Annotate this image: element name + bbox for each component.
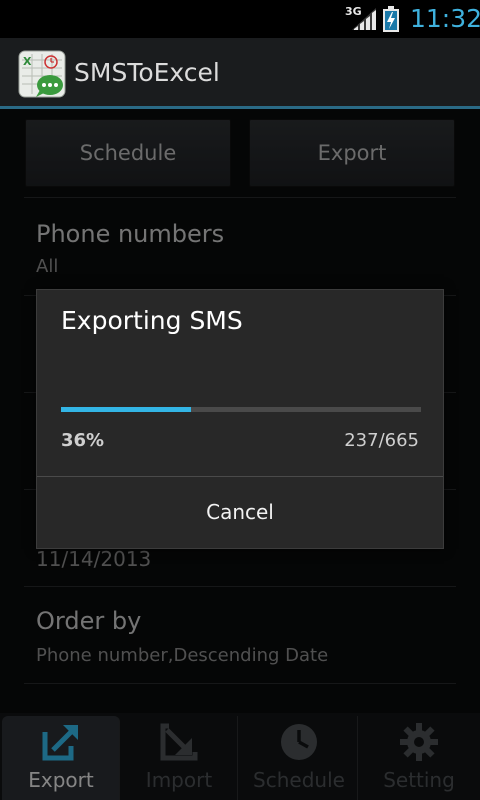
- dialog-title: Exporting SMS: [61, 306, 243, 335]
- svg-text:X: X: [23, 55, 32, 68]
- export-progress-dialog: Exporting SMS 36% 237/665 Cancel: [36, 289, 444, 549]
- signal-icon: [352, 8, 376, 30]
- action-bar: X SMSToExcel: [0, 38, 480, 109]
- battery-charging-icon: [383, 6, 399, 32]
- app-logo-icon[interactable]: X: [18, 50, 66, 98]
- screen: 3G 11:32 X SMSToExcel Schedule Export Ph…: [0, 0, 480, 800]
- clock-time: 11:32: [410, 4, 480, 33]
- progress-bar-fill: [61, 407, 191, 412]
- progress-count: 237/665: [344, 430, 419, 451]
- status-bar: 3G 11:32: [0, 0, 480, 38]
- cancel-button[interactable]: Cancel: [37, 477, 443, 548]
- app-title: SMSToExcel: [74, 58, 220, 87]
- progress-percent: 36%: [61, 430, 105, 451]
- progress-bar: [61, 407, 421, 412]
